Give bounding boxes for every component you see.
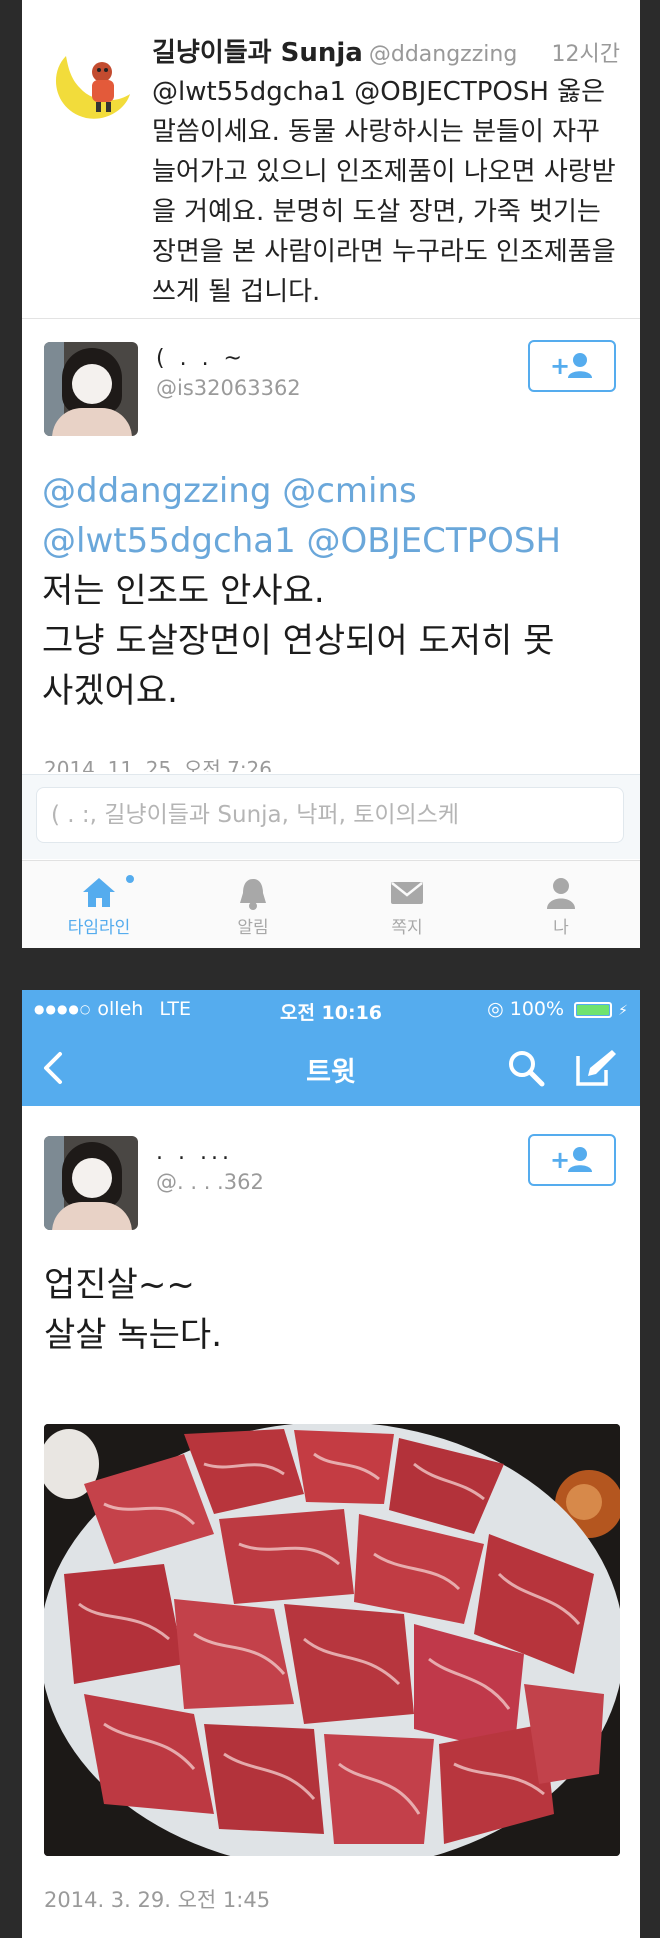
nav-bar: 트윗	[22, 1030, 640, 1106]
avatar[interactable]	[44, 342, 138, 436]
bell-icon	[240, 879, 266, 910]
reply-input[interactable]: ( . :, 길냥이들과 Sunja, 낙퍼, 토이의스케	[36, 787, 624, 843]
tweet-date: 2014. 11. 25. 오전 7:26	[44, 757, 273, 772]
tab-timeline[interactable]: 타임라인	[22, 861, 176, 948]
tweet-text: 업진살~~ 살살 녹는다.	[44, 1265, 223, 1355]
status-bar: ●●●●○ olleh LTE 오전 10:16 ◎ 100% ⚡	[22, 990, 640, 1030]
mentions-line[interactable]: @lwt55dgcha1 @OBJECTPOSH	[42, 516, 632, 566]
tab-bar: 타임라인 알림 쪽지 나	[22, 860, 640, 948]
battery-info: ◎ 100% ⚡	[487, 998, 628, 1020]
user-name-blurred[interactable]: ( . . ~	[156, 346, 246, 371]
tab-label: 타임라인	[67, 918, 131, 938]
tweet-date: 2014. 3. 29. 오전 1:45	[44, 1888, 271, 1912]
compose-icon[interactable]	[574, 1048, 618, 1088]
tweet-author-name[interactable]: 길냥이들과 Sunja	[152, 38, 363, 68]
user-handle[interactable]: @is32063362	[156, 376, 301, 400]
tab-notifications[interactable]: 알림	[176, 861, 330, 948]
tweet-timestamp: 12시간	[551, 42, 620, 67]
tweet-header: ( . . ~ @is32063362 +	[22, 318, 640, 448]
search-icon[interactable]	[506, 1048, 546, 1088]
home-icon	[83, 878, 115, 907]
svg-text:+: +	[550, 1146, 570, 1174]
tweet-author[interactable]: 길냥이들과 Sunja @ddangzzing	[152, 32, 517, 69]
quoted-tweet[interactable]: 길냥이들과 Sunja @ddangzzing 12시간 @lwt55dgcha1…	[22, 0, 640, 319]
tab-label: 쪽지	[391, 918, 423, 938]
user-handle[interactable]: @. . . .362	[156, 1170, 264, 1194]
battery-percent: 100%	[509, 998, 565, 1020]
add-person-icon: +	[550, 1146, 592, 1174]
reply-bar: ( . :, 길냥이들과 Sunja, 낙퍼, 토이의스케	[22, 774, 640, 859]
tweet-photo[interactable]	[44, 1424, 620, 1856]
tweet-body: @ddangzzing @cmins @lwt55dgcha1 @OBJECTP…	[42, 466, 632, 716]
person-icon	[547, 878, 575, 909]
add-person-icon: +	[550, 352, 592, 380]
tweet-text-line: 저는 인조도 안사요.	[42, 571, 325, 611]
mentions-line[interactable]: @ddangzzing @cmins	[42, 466, 632, 516]
follow-button[interactable]: +	[528, 340, 616, 392]
page-title: 트윗	[306, 1057, 356, 1088]
user-name-blurred[interactable]: . . ...	[156, 1140, 233, 1165]
tab-me[interactable]: 나	[484, 861, 638, 948]
envelope-icon	[391, 882, 423, 904]
rotation-lock-icon: ◎	[487, 998, 504, 1020]
tab-label: 알림	[237, 918, 269, 938]
tab-label: 나	[553, 918, 569, 938]
tweet-text: @lwt55dgcha1 @OBJECTPOSH 옳은 말씀이세요. 동물 사랑…	[152, 77, 616, 307]
tweet-text-line: 그냥 도살장면이 연상되어 도저히 못	[42, 621, 555, 661]
timeline-screenshot: 길냥이들과 Sunja @ddangzzing 12시간 @lwt55dgcha1…	[22, 0, 640, 948]
charging-icon: ⚡	[618, 1003, 628, 1019]
tweet-author-handle[interactable]: @ddangzzing	[369, 42, 517, 67]
tab-messages[interactable]: 쪽지	[330, 861, 484, 948]
avatar[interactable]	[44, 1136, 138, 1230]
battery-icon	[574, 1002, 613, 1018]
svg-text:+: +	[550, 352, 570, 380]
tweet-text-line: 사겠어요.	[42, 671, 178, 711]
moon-avatar-icon[interactable]	[46, 38, 134, 126]
follow-button[interactable]: +	[528, 1134, 616, 1186]
unread-dot	[126, 875, 134, 883]
tweet-detail-screenshot: ●●●●○ olleh LTE 오전 10:16 ◎ 100% ⚡ 트윗 . .…	[22, 990, 640, 1938]
